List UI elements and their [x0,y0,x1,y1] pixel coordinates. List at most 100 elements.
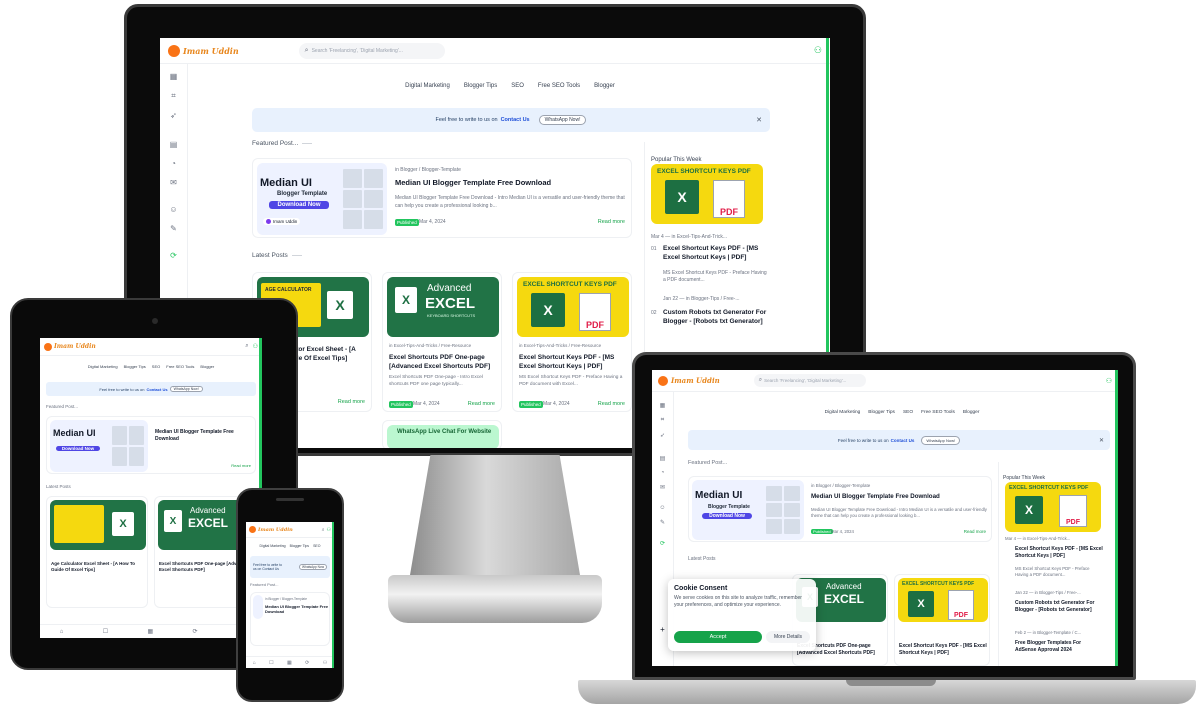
site-logo[interactable]: Imam Uddin [168,44,239,57]
nav-free-seo-tools[interactable]: Free SEO Tools [538,83,580,89]
share-icon[interactable]: ⟳ [170,251,177,260]
contact-us-link[interactable]: Contact Us [501,117,530,123]
search-icon[interactable]: ⌕ [245,343,248,350]
nav-blogger[interactable]: Blogger [200,364,214,369]
nav-free-seo-tools[interactable]: Free SEO Tools [166,364,194,369]
tablet-latest-card[interactable]: X Age Calculator Excel Sheet - [A How To… [46,496,148,608]
featured-title[interactable]: Median UI Blogger Template Free Download [811,493,940,500]
plus-icon[interactable]: + [660,625,665,634]
nav-digital-marketing[interactable]: Digital Marketing [825,410,861,415]
close-icon[interactable]: ✕ [1099,437,1104,444]
nav-blogger-tips[interactable]: Blogger Tips [290,544,309,548]
rocket-icon[interactable]: ➶ [170,111,177,120]
grid-icon[interactable]: ▦ [170,72,178,81]
featured-read-more[interactable]: Read more [598,219,625,225]
featured-read-more[interactable]: Read more [964,529,986,534]
share-icon[interactable]: ⟳ [193,628,198,635]
nav-digital-marketing[interactable]: Digital Marketing [260,544,286,548]
popular-title[interactable]: Free Blogger Templates For AdSense Appro… [1015,640,1103,654]
post-category[interactable]: in Excel-Tips-And-Tricks / Free-Resource [389,343,471,348]
featured-thumbnail[interactable]: Median UI Blogger Template Download Now [692,480,804,540]
popular-title[interactable]: Excel Shortcut Keys PDF - [MS Excel Shor… [663,244,767,262]
cookie-accept-button[interactable]: Accept [674,631,762,643]
grid-icon[interactable]: ▦ [287,660,292,666]
post-thumbnail[interactable]: EXCEL SHORTCUT KEYS PDF X PDF [898,578,988,622]
post-thumbnail[interactable]: X Advanced EXCEL KEYBOARD SHORTCUTS [387,277,499,337]
calendar-icon[interactable]: ▤ [170,140,178,149]
site-logo[interactable]: Imam Uddin [249,526,293,533]
post-thumbnail[interactable]: X [50,500,146,550]
mail-icon[interactable]: ✉ [170,178,177,187]
mail-icon[interactable]: ✉ [660,484,665,491]
share-icon[interactable]: ⟳ [660,540,665,547]
post-title[interactable]: Excel Shortcut Keys PDF - [MS Excel Shor… [519,353,629,371]
chat-icon[interactable]: ✎ [170,224,177,233]
featured-title[interactable]: Median UI Blogger Template Free Download [395,178,551,187]
featured-category[interactable]: in Blogger / Blogger-Template [811,483,870,488]
featured-post-card[interactable]: Median UI Blogger Template Download Now … [252,158,632,238]
share-icon[interactable]: ⟳ [305,660,309,666]
chat-icon[interactable]: ✎ [660,519,665,526]
user-icon[interactable]: ⚇ [1106,377,1112,385]
nav-blogger[interactable]: Blogger [963,410,980,415]
post-title[interactable]: Excel Shortcut Keys PDF - [MS Excel Shor… [899,643,987,657]
bookmark-icon[interactable]: ☐ [103,628,108,635]
user-icon[interactable]: ⚇ [327,527,331,533]
nav-blogger-tips[interactable]: Blogger Tips [868,410,895,415]
featured-title[interactable]: Median UI Blogger Template Free Download [265,604,329,614]
site-logo[interactable]: Imam Uddin [658,375,720,386]
search-icon[interactable]: ⌕ [322,527,325,533]
post-read-more[interactable]: Read more [598,401,625,407]
search-bar[interactable]: ⌕ Search 'Freelancing', 'Digital Marketi… [298,42,445,59]
whatsapp-button[interactable]: WhatsApp Now [299,564,327,570]
tablet-featured-card[interactable]: Median UI Download Now Median UI Blogger… [46,416,256,474]
phone-featured-card[interactable]: in Blogger / Blogger-Template Median UI … [250,592,330,646]
cookie-more-details-button[interactable]: More Details [766,631,810,643]
post-category[interactable]: in Excel-Tips-And-Tricks / Free-Resource [519,343,601,348]
nav-seo[interactable]: SEO [313,544,320,548]
user-icon[interactable]: ⚇ [323,660,327,666]
user-icon[interactable]: ⚇ [814,45,822,56]
post-read-more[interactable]: Read more [468,401,495,407]
laptop-featured-card[interactable]: Median UI Blogger Template Download Now … [688,476,992,542]
popular-title[interactable]: Custom Robots txt Generator For Blogger … [1015,600,1103,614]
post-title[interactable]: Excel Shortcuts PDF One-page [Advanced E… [389,353,499,371]
grid-icon[interactable]: ▦ [147,628,153,635]
popular-thumbnail[interactable]: EXCEL SHORTCUT KEYS PDF X PDF [1005,482,1101,532]
grid-icon[interactable]: ▦ [660,402,666,409]
home-icon[interactable]: ⌂ [60,629,64,635]
featured-title[interactable]: Median UI Blogger Template Free Download [155,429,253,443]
nav-digital-marketing[interactable]: Digital Marketing [405,83,450,89]
rocket-icon[interactable]: ➶ [660,432,665,439]
popular-title[interactable]: Custom Robots txt Generator For Blogger … [663,308,767,326]
featured-thumbnail[interactable]: Median UI Download Now [50,420,148,472]
nav-blogger-tips[interactable]: Blogger Tips [124,364,146,369]
clock-icon[interactable]: ◔ [171,159,176,168]
featured-thumbnail[interactable]: Median UI Blogger Template Download Now … [257,163,387,235]
latest-post-card[interactable]: X Advanced EXCEL KEYBOARD SHORTCUTS in E… [382,272,502,412]
featured-category[interactable]: in Blogger / Blogger-Template [265,597,307,601]
featured-thumbnail[interactable] [253,595,263,619]
whatsapp-button[interactable]: WhatsApp Now! [538,115,587,125]
tag-icon[interactable]: ⌗ [171,91,176,101]
nav-blogger-tips[interactable]: Blogger Tips [464,83,497,89]
home-icon[interactable]: ⌂ [253,660,256,666]
post-read-more[interactable]: Read more [338,399,365,405]
contact-us-link[interactable]: Contact Us [146,387,167,392]
latest-post-card-partial[interactable]: WhatsApp Live Chat For Website [382,420,502,448]
contact-icon[interactable]: ☺ [169,205,177,214]
contact-us-link[interactable]: Contact Us [891,438,915,443]
nav-blogger[interactable]: Blogger [594,83,615,89]
clock-icon[interactable]: ◔ [661,470,665,476]
nav-seo[interactable]: SEO [152,364,160,369]
close-icon[interactable]: ✕ [756,116,762,124]
post-title[interactable]: Age Calculator Excel Sheet - [A How To G… [51,561,145,574]
latest-post-card[interactable]: EXCEL SHORTCUT KEYS PDF X PDF in Excel-T… [512,272,632,412]
post-thumbnail[interactable]: EXCEL SHORTCUT KEYS PDF X PDF [517,277,629,337]
laptop-latest-card[interactable]: EXCEL SHORTCUT KEYS PDF X PDF Excel Shor… [894,574,990,666]
nav-digital-marketing[interactable]: Digital Marketing [88,364,118,369]
nav-seo[interactable]: SEO [511,83,524,89]
featured-read-more[interactable]: Read more [231,463,251,468]
whatsapp-button[interactable]: WhatsApp Now! [169,386,203,392]
contact-icon[interactable]: ☺ [659,505,665,511]
